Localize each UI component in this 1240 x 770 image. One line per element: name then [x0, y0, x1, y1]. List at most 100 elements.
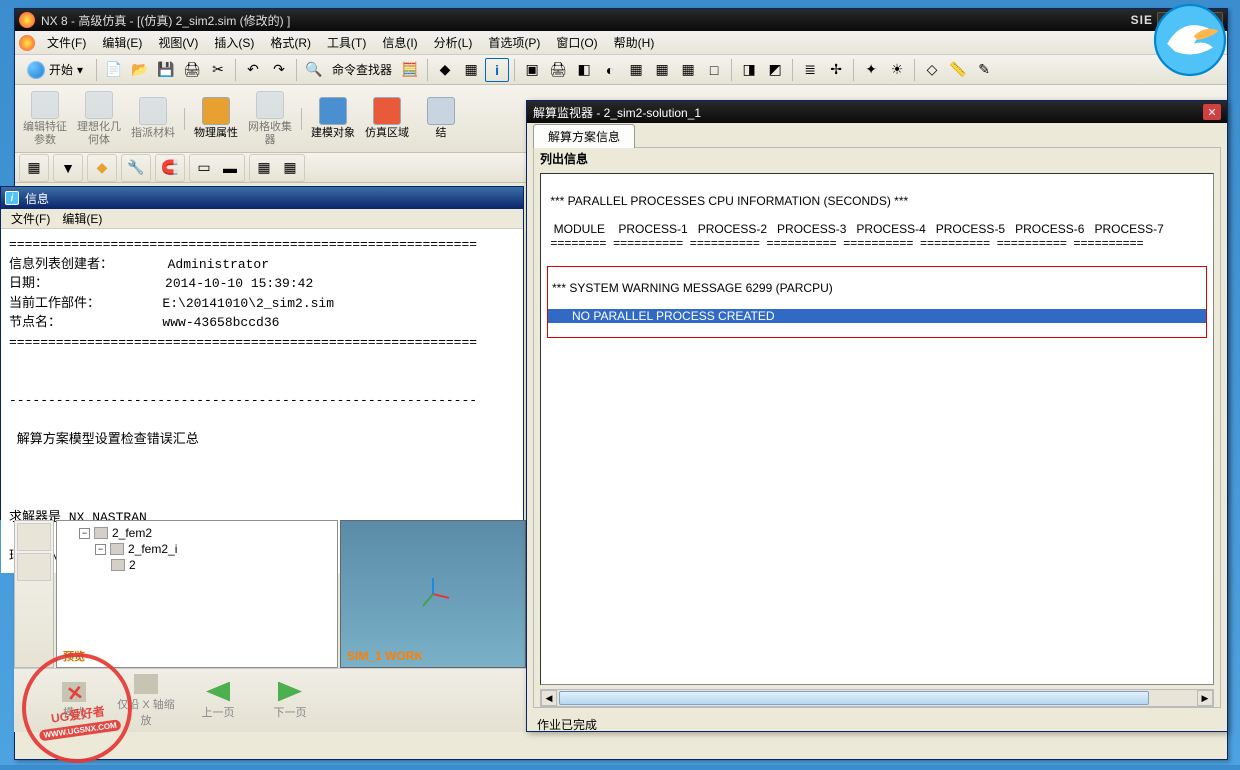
ribbon-mesh[interactable]: 网格收集器	[244, 88, 296, 150]
scroll-thumb[interactable]	[559, 691, 1149, 705]
cut-icon[interactable]: ✂	[206, 58, 230, 82]
printer2-icon[interactable]: 🖨	[546, 58, 570, 82]
solver-header-text: *** PARALLEL PROCESSES CPU INFORMATION (…	[547, 194, 1207, 250]
t2-magnet-icon[interactable]: 🧲	[158, 156, 182, 180]
square-icon[interactable]: □	[702, 58, 726, 82]
ribbon-sim-region[interactable]: 仿真区域	[361, 88, 413, 150]
scroll-right-icon[interactable]: ▶	[1197, 690, 1213, 706]
info-menu-edit[interactable]: 编辑(E)	[56, 209, 108, 228]
tree-node-fem2i[interactable]: − 2_fem2_i	[95, 541, 331, 557]
t2-orange-icon[interactable]: ◆	[90, 156, 114, 180]
part-icon	[111, 559, 125, 571]
ribbon-result[interactable]: 结	[415, 88, 467, 150]
command-finder-label[interactable]: 命令查找器	[328, 61, 396, 78]
cube5-icon[interactable]: ◨	[737, 58, 761, 82]
menu-edit[interactable]: 编辑(E)	[94, 32, 150, 53]
info-square-icon[interactable]: i	[485, 58, 509, 82]
solver-warning-line2[interactable]: NO PARALLEL PROCESS CREATED	[548, 309, 1206, 323]
layers-icon[interactable]: ≣	[798, 58, 822, 82]
t2-wrench-icon[interactable]: 🔧	[124, 156, 148, 180]
cube2-icon[interactable]: ▦	[624, 58, 648, 82]
edit-feature-icon	[31, 91, 59, 119]
part-icon	[110, 543, 124, 555]
model-tree[interactable]: − 2_fem2 − 2_fem2_i 2	[57, 521, 337, 577]
sun-icon[interactable]: ☀	[885, 58, 909, 82]
menu-view[interactable]: 视图(V)	[150, 32, 206, 53]
tool-b-icon[interactable]: ▦	[459, 58, 483, 82]
menu-info[interactable]: 信息(I)	[374, 32, 425, 53]
app-titlebar[interactable]: NX 8 - 高级仿真 - [(仿真) 2_sim2.sim (修改的) ] S…	[15, 9, 1227, 31]
info-titlebar[interactable]: i 信息	[1, 187, 523, 209]
menu-help[interactable]: 帮助(H)	[606, 32, 663, 53]
t2-box2-icon[interactable]: ▬	[218, 156, 242, 180]
idealize-icon	[85, 91, 113, 119]
ribbon-edit-feature[interactable]: 编辑特征参数	[19, 88, 71, 150]
nav-mode[interactable]: 模式	[44, 682, 104, 720]
cube6-icon[interactable]: ◩	[763, 58, 787, 82]
zoom-x-icon	[134, 674, 158, 694]
info-menu-file[interactable]: 文件(F)	[5, 209, 56, 228]
sidebar-btn-1[interactable]	[17, 523, 51, 551]
open-folder-icon[interactable]: 📂	[128, 58, 152, 82]
ribbon-idealize[interactable]: 理想化几何体	[73, 88, 125, 150]
viewport[interactable]: SIM_1 WORK	[340, 520, 526, 668]
diamond-icon[interactable]: ◇	[920, 58, 944, 82]
box-select-icon[interactable]: ▣	[520, 58, 544, 82]
info-icon: i	[5, 191, 19, 205]
solver-titlebar[interactable]: 解算监视器 - 2_sim2-solution_1 ✕	[527, 101, 1227, 123]
command-finder-icon[interactable]: 🔍	[302, 58, 326, 82]
t2-mesh2-icon[interactable]: ▦	[278, 156, 302, 180]
collapse-icon[interactable]: −	[95, 544, 106, 555]
cube3-icon[interactable]: ▦	[650, 58, 674, 82]
t2-mesh-icon[interactable]: ▦	[252, 156, 276, 180]
t2-filter-icon[interactable]: ▼	[56, 156, 80, 180]
t2-cube-icon[interactable]: ▦	[22, 156, 46, 180]
solver-hscrollbar[interactable]: ◀ ▶	[540, 689, 1214, 707]
globe-icon	[27, 61, 45, 79]
menu-file[interactable]: 文件(F)	[39, 32, 94, 53]
menu-format[interactable]: 格式(R)	[262, 32, 319, 53]
solver-tabs: 解算方案信息	[527, 123, 1227, 147]
menu-preferences[interactable]: 首选项(P)	[480, 32, 548, 53]
nav-strip: 模式 仅沿 X 轴缩放 上一页 下一页	[14, 668, 526, 732]
calculator-icon[interactable]: 🧮	[398, 58, 422, 82]
ruler-icon[interactable]: 📏	[946, 58, 970, 82]
print-icon[interactable]: 🖨	[180, 58, 204, 82]
brand-label: SIE	[1131, 13, 1153, 27]
redo-icon[interactable]: ↷	[267, 58, 291, 82]
collapse-icon[interactable]: −	[79, 528, 90, 539]
solver-warning-box: *** SYSTEM WARNING MESSAGE 6299 (PARCPU)…	[547, 266, 1207, 338]
solver-warning-line1: *** SYSTEM WARNING MESSAGE 6299 (PARCPU)	[548, 281, 1206, 295]
undo-icon[interactable]: ↶	[241, 58, 265, 82]
ribbon-model-object[interactable]: 建模对象	[307, 88, 359, 150]
star-icon[interactable]: ✦	[859, 58, 883, 82]
pen-icon[interactable]: ✎	[972, 58, 996, 82]
ribbon-physical[interactable]: 物理属性	[190, 88, 242, 150]
cube-icon[interactable]: ◧	[572, 58, 596, 82]
menu-window[interactable]: 窗口(O)	[548, 32, 605, 53]
solver-tab-info[interactable]: 解算方案信息	[533, 124, 635, 148]
chevron-down-icon: ▾	[77, 63, 83, 77]
save-icon[interactable]: 💾	[154, 58, 178, 82]
start-button[interactable]: 开始 ▾	[19, 59, 91, 81]
solver-output[interactable]: *** PARALLEL PROCESSES CPU INFORMATION (…	[540, 173, 1214, 685]
yin-yang-icon[interactable]: ◐	[598, 58, 622, 82]
solver-close-button[interactable]: ✕	[1203, 104, 1221, 120]
sidebar-btn-2[interactable]	[17, 553, 51, 581]
new-file-icon[interactable]: 📄	[102, 58, 126, 82]
solver-title: 解算监视器 - 2_sim2-solution_1	[533, 104, 1203, 121]
nav-next[interactable]: 下一页	[260, 682, 320, 720]
nav-zoom-x[interactable]: 仅沿 X 轴缩放	[116, 674, 176, 728]
menu-tools[interactable]: 工具(T)	[319, 32, 374, 53]
axis-icon[interactable]: ✢	[824, 58, 848, 82]
tree-node-2[interactable]: 2	[111, 557, 331, 573]
tree-node-fem2[interactable]: − 2_fem2	[79, 525, 331, 541]
t2-box1-icon[interactable]: ▭	[192, 156, 216, 180]
scroll-left-icon[interactable]: ◀	[541, 690, 557, 706]
nav-prev[interactable]: 上一页	[188, 682, 248, 720]
cube4-icon[interactable]: ▦	[676, 58, 700, 82]
ribbon-material[interactable]: 指派材料	[127, 88, 179, 150]
menu-analysis[interactable]: 分析(L)	[426, 32, 481, 53]
tool-a-icon[interactable]: ◆	[433, 58, 457, 82]
menu-insert[interactable]: 插入(S)	[206, 32, 262, 53]
